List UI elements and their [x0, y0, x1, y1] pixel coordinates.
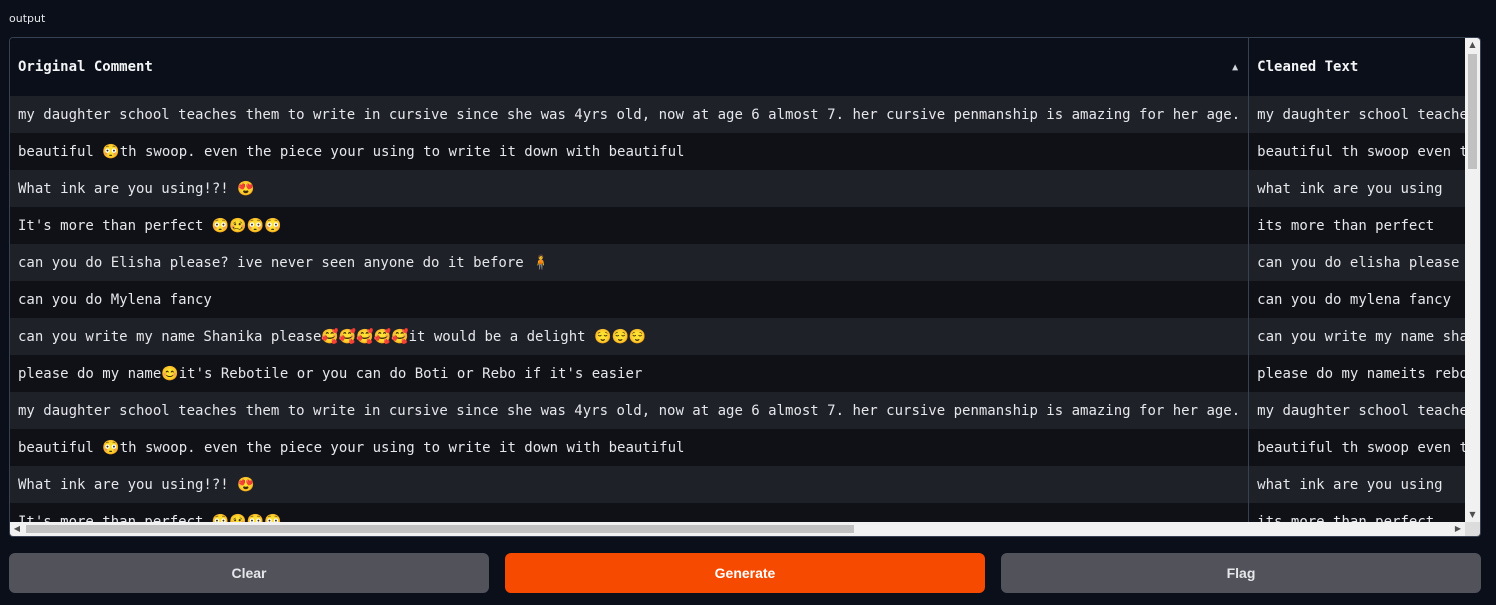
cell-cleaned-text[interactable]: please do my nameits rebotile or you can…: [1248, 355, 1465, 392]
column-header-original-comment[interactable]: Original Comment ▲: [10, 38, 1250, 96]
cell-cleaned-text[interactable]: can you do elisha please ive never seen …: [1248, 244, 1465, 281]
table-row[interactable]: can you do Elisha please? ive never seen…: [10, 244, 1465, 281]
horizontal-scroll-thumb[interactable]: [26, 525, 854, 533]
output-table: Original Comment ▲ Cleaned Text my daugh…: [9, 37, 1481, 537]
table-row[interactable]: What ink are you using!?! 😍 what ink are …: [10, 170, 1465, 207]
table-row[interactable]: beautiful 😳th swoop. even the piece your…: [10, 133, 1465, 170]
cell-original-comment[interactable]: It's more than perfect 😳🥴😳😳: [10, 207, 1250, 244]
cell-cleaned-text[interactable]: what ink are you using: [1248, 466, 1465, 503]
scroll-down-arrow-icon[interactable]: ▼: [1465, 508, 1480, 522]
scroll-up-arrow-icon[interactable]: ▲: [1465, 38, 1480, 52]
column-header-label: Cleaned Text: [1257, 59, 1359, 75]
vertical-scrollbar[interactable]: ▲ ▼: [1465, 38, 1480, 522]
cell-original-comment[interactable]: can you write my name Shanika please🥰🥰🥰🥰…: [10, 318, 1250, 355]
cell-original-comment[interactable]: please do my name😊it's Rebotile or you c…: [10, 355, 1250, 392]
cell-cleaned-text[interactable]: can you do mylena fancy: [1248, 281, 1465, 318]
clear-button[interactable]: Clear: [9, 553, 489, 593]
cell-original-comment[interactable]: can you do Elisha please? ive never seen…: [10, 244, 1250, 281]
column-header-cleaned-text[interactable]: Cleaned Text: [1248, 38, 1465, 96]
cell-original-comment[interactable]: can you do Mylena fancy: [10, 281, 1250, 318]
table-body: my daughter school teaches them to write…: [10, 96, 1465, 522]
cell-cleaned-text[interactable]: its more than perfect: [1248, 503, 1465, 522]
table-row[interactable]: It's more than perfect 😳🥴😳😳 its more than…: [10, 503, 1465, 522]
output-label: output: [9, 12, 46, 25]
table-row[interactable]: It's more than perfect 😳🥴😳😳 its more than…: [10, 207, 1465, 244]
cell-original-comment[interactable]: It's more than perfect 😳🥴😳😳: [10, 503, 1250, 522]
cell-original-comment[interactable]: What ink are you using!?! 😍: [10, 466, 1250, 503]
cell-original-comment[interactable]: beautiful 😳th swoop. even the piece your…: [10, 429, 1250, 466]
cell-original-comment[interactable]: beautiful 😳th swoop. even the piece your…: [10, 133, 1250, 170]
cell-original-comment[interactable]: What ink are you using!?! 😍: [10, 170, 1250, 207]
table-row[interactable]: beautiful 😳th swoop. even the piece your…: [10, 429, 1465, 466]
cell-cleaned-text[interactable]: beautiful th swoop even the piece your u…: [1248, 429, 1465, 466]
flag-button[interactable]: Flag: [1001, 553, 1481, 593]
table-row[interactable]: my daughter school teaches them to write…: [10, 392, 1465, 429]
scroll-left-arrow-icon[interactable]: ◀: [10, 522, 24, 536]
scrollbar-corner: [1465, 522, 1480, 536]
table-row[interactable]: What ink are you using!?! 😍 what ink are …: [10, 466, 1465, 503]
data-table: Original Comment ▲ Cleaned Text my daugh…: [10, 38, 1465, 522]
vertical-scroll-thumb[interactable]: [1468, 54, 1477, 169]
cell-cleaned-text[interactable]: my daughter school teaches them to write…: [1248, 392, 1465, 429]
table-row[interactable]: my daughter school teaches them to write…: [10, 96, 1465, 133]
table-viewport: Original Comment ▲ Cleaned Text my daugh…: [10, 38, 1465, 522]
horizontal-scrollbar[interactable]: ◀ ▶: [10, 522, 1465, 536]
cell-cleaned-text[interactable]: can you write my name shanika pleaseit w…: [1248, 318, 1465, 355]
cell-cleaned-text[interactable]: my daughter school teaches them to write…: [1248, 96, 1465, 133]
column-header-label: Original Comment: [18, 59, 153, 75]
table-row[interactable]: please do my name😊it's Rebotile or you c…: [10, 355, 1465, 392]
sort-ascending-icon[interactable]: ▲: [1232, 62, 1238, 73]
cell-cleaned-text[interactable]: what ink are you using: [1248, 170, 1465, 207]
header-row: Original Comment ▲ Cleaned Text: [10, 38, 1465, 96]
cell-cleaned-text[interactable]: its more than perfect: [1248, 207, 1465, 244]
table-row[interactable]: can you do Mylena fancy can you do mylena…: [10, 281, 1465, 318]
cell-original-comment[interactable]: my daughter school teaches them to write…: [10, 392, 1250, 429]
scroll-right-arrow-icon[interactable]: ▶: [1451, 522, 1465, 536]
table-row[interactable]: can you write my name Shanika please🥰🥰🥰🥰…: [10, 318, 1465, 355]
cell-original-comment[interactable]: my daughter school teaches them to write…: [10, 96, 1250, 133]
cell-cleaned-text[interactable]: beautiful th swoop even the piece your u…: [1248, 133, 1465, 170]
generate-button[interactable]: Generate: [505, 553, 985, 593]
